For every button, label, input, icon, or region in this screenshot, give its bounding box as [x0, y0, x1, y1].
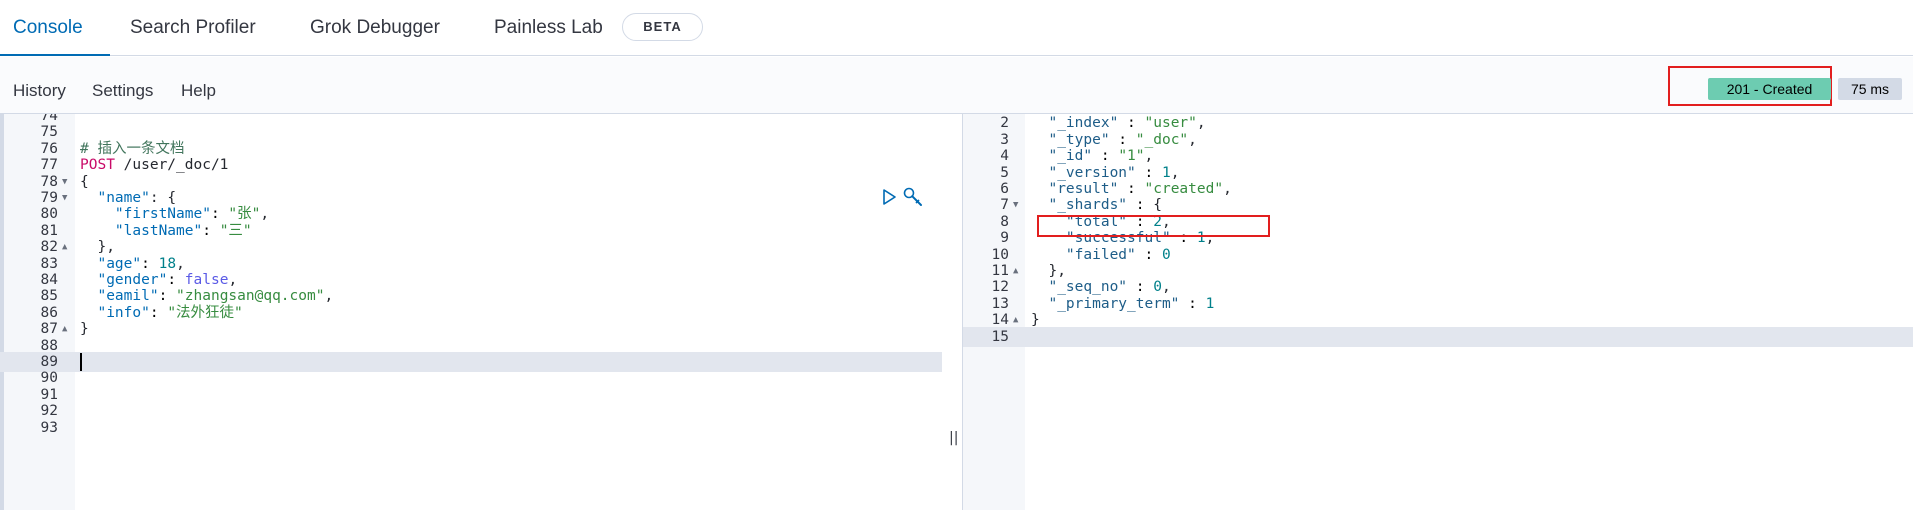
response-viewer[interactable]: 1▼{2 "_index" : "user",3 "_type" : "_doc… [962, 114, 1913, 510]
drag-handle-icon[interactable]: || [949, 430, 958, 446]
line-number: 93 [40, 419, 58, 436]
wrench-icon[interactable] [902, 186, 924, 208]
active-tab-underline [0, 54, 110, 56]
tab-console[interactable]: Console [13, 0, 83, 56]
result-highlight-box [1037, 215, 1270, 237]
request-line: 93 [0, 418, 942, 438]
tab-search-profiler[interactable]: Search Profiler [130, 0, 256, 56]
pane-divider [942, 114, 962, 510]
play-icon[interactable] [880, 188, 898, 206]
tab-painless-lab[interactable]: Painless Lab [494, 0, 603, 56]
history-link[interactable]: History [13, 57, 66, 114]
request-time-badge: 75 ms [1838, 78, 1902, 100]
status-badge: 201 - Created [1708, 78, 1831, 100]
tab-grok-debugger[interactable]: Grok Debugger [310, 0, 440, 56]
console-menu-bar: History Settings Help [0, 57, 1913, 114]
line-number: 15 [991, 328, 1009, 345]
beta-badge: BETA [622, 13, 703, 41]
response-line: 15 [963, 326, 1913, 347]
request-editor[interactable]: 74 75 76 # 插入一条文档 77 POST /user/_doc/1 78 ▼{79 ▼… [0, 114, 942, 510]
top-tabs: Console Search Profiler Grok Debugger Pa… [0, 0, 1913, 56]
help-link[interactable]: Help [181, 57, 216, 114]
settings-link[interactable]: Settings [92, 57, 153, 114]
